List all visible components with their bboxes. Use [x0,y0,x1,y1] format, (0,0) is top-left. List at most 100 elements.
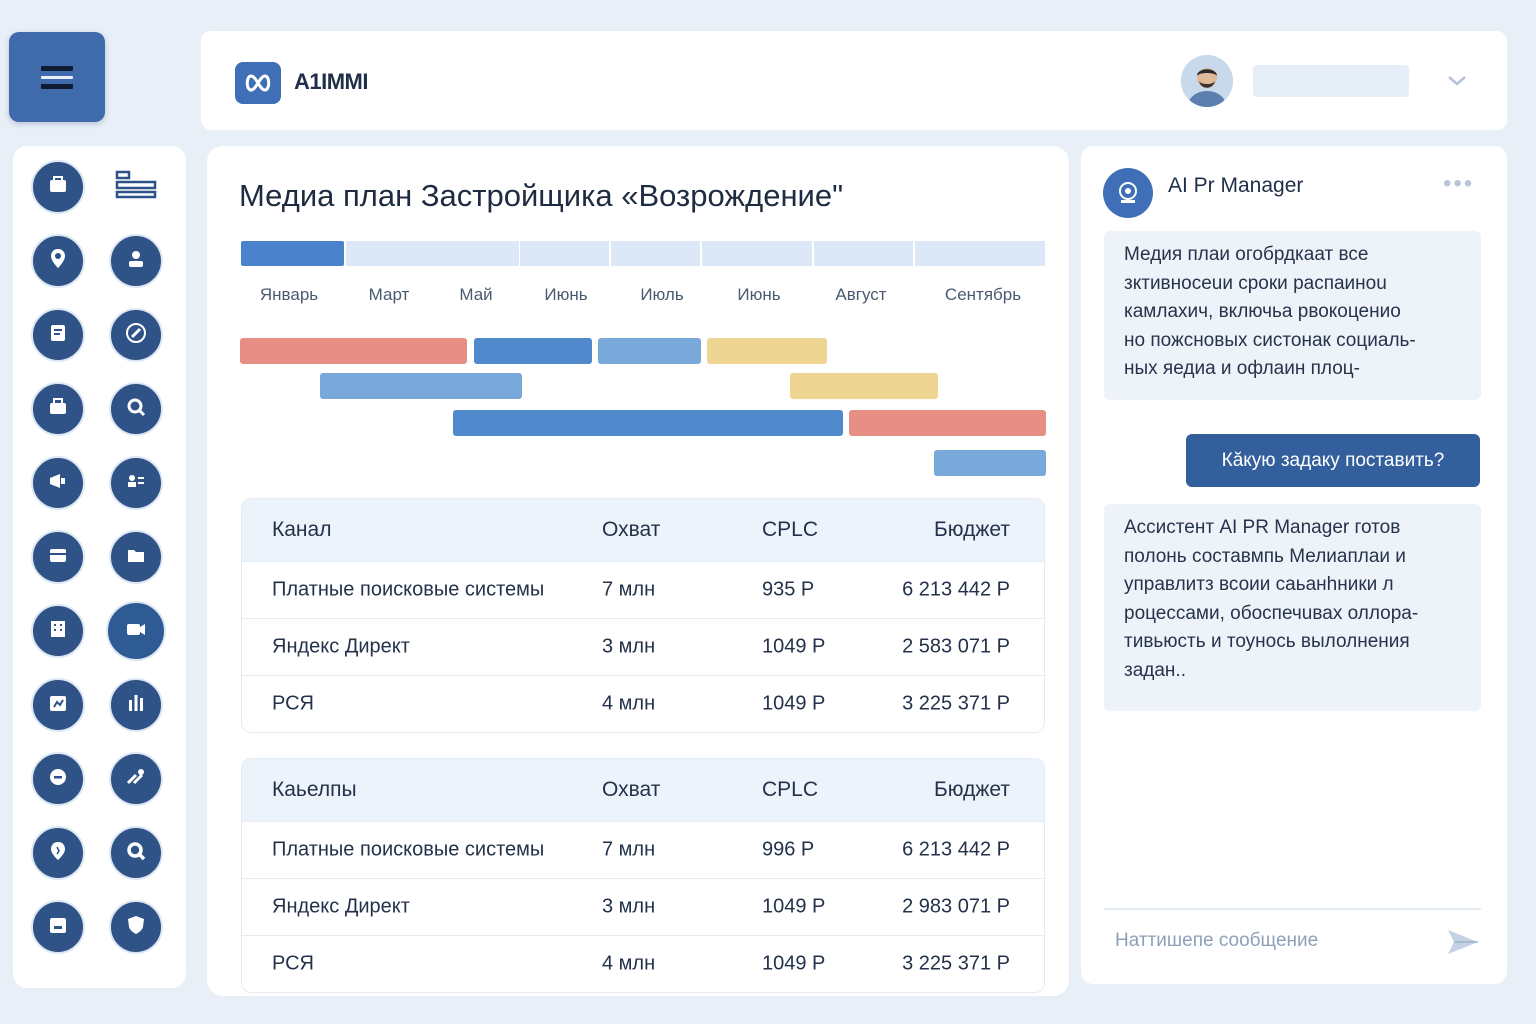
table-cell: 1049 Р [762,895,826,918]
column-header[interactable]: CPLC [762,778,818,802]
table-header: Каьелпы Охват CPLC Бюджет [242,759,1044,821]
table-cell: Платные поисковые системы [272,838,545,861]
table-row[interactable]: Платные поисковые системы 7 млн 996 Р 6 213… [242,821,1044,878]
timeline-segment[interactable] [702,241,812,266]
sidebar-item-toolbox[interactable] [31,382,85,436]
timeline-segment[interactable] [611,241,700,266]
sidebar-item-briefcase[interactable] [31,160,85,214]
sidebar-item-document[interactable] [31,308,85,362]
sidebar-item-chart-box[interactable] [31,678,85,732]
tools-icon [122,763,150,796]
table-row[interactable]: Платные поисковые системы 7 млн 935 Р 6 213… [242,561,1044,618]
table-header: Канал Охват CPLC Бюджет [242,499,1044,561]
user-list-icon [122,467,150,500]
sidebar-item-compass[interactable] [109,308,163,362]
user-icon [122,245,150,278]
month-label: Июнь [737,285,781,304]
more-icon[interactable]: ••• [1443,170,1474,198]
table-cell: 3 млн [602,635,656,658]
table-cell: 4 млн [602,952,656,975]
sidebar [13,146,186,988]
brand-name: A1IMMI [294,69,369,94]
gantt-bar[interactable] [320,373,522,399]
sidebar-item-video[interactable] [106,601,166,661]
sidebar-item-building[interactable] [31,604,85,658]
gantt-bar[interactable] [707,338,827,364]
sidebar-item-minus-circle[interactable] [31,752,85,806]
sidebar-item-tools[interactable] [109,752,163,806]
gantt-bar[interactable] [453,410,843,436]
page-title: Медиа план Застройщика «Возрождение" [239,178,844,213]
bot-message: Медия плаи огобрдкаат все зктивносеuи ср… [1104,231,1481,400]
sidebar-item-megaphone[interactable] [31,456,85,510]
user-name-placeholder [1253,65,1409,97]
table-cell: 7 млн [602,578,656,601]
gantt-bar[interactable] [240,338,467,364]
archive-icon [44,541,72,574]
column-header[interactable]: Охват [602,778,660,802]
sidebar-item-list[interactable] [109,160,163,214]
table-cell: 1049 Р [762,692,826,715]
timeline-segment[interactable] [915,241,1045,266]
timeline-segment[interactable] [520,241,609,266]
table-row[interactable]: РСЯ 4 млн 1049 Р 3 225 371 Р [242,675,1044,732]
menu-icon [41,65,73,89]
sidebar-item-shield[interactable] [109,900,163,954]
chat-panel: AI Pr Manager ••• Медия плаи огобрдкаат … [1081,146,1507,984]
timeline-segment[interactable] [814,241,913,266]
table-cell: 996 Р [762,838,815,861]
send-icon[interactable] [1445,924,1481,960]
input-divider [1104,908,1481,910]
zoom-icon [122,837,150,870]
top-bar: A1IMMI [201,31,1507,130]
gantt-bar[interactable] [790,373,938,399]
sidebar-item-archive[interactable] [31,530,85,584]
id-card-icon [44,911,72,944]
column-header[interactable]: Охват [602,518,660,542]
table-row[interactable]: РСЯ 4 млн 1049 Р 3 225 371 Р [242,935,1044,992]
chevron-down-icon[interactable] [1447,67,1467,93]
menu-button[interactable] [9,32,105,122]
megaphone-icon [44,467,72,500]
gantt-bar[interactable] [849,410,1046,436]
table-cell: 3 225 371 Р [902,952,1010,975]
gantt-bar[interactable] [934,450,1046,476]
column-header[interactable]: Бюджет [934,778,1010,802]
sidebar-item-user-list[interactable] [109,456,163,510]
avatar[interactable] [1181,55,1233,107]
timeline-segment[interactable] [346,241,519,266]
table-cell: 7 млн [602,838,656,861]
timeline-segment[interactable] [241,241,344,266]
table-cell: РСЯ [272,692,315,715]
sidebar-item-search[interactable] [109,382,163,436]
table-row[interactable]: Яндекс Директ 3 млн 1049 Р 2 983 071 Р [242,878,1044,935]
table-cell: 2 583 071 Р [902,635,1010,658]
shield-icon [122,911,150,944]
document-icon [44,319,72,352]
sidebar-item-bar-chart[interactable] [109,678,163,732]
video-icon [122,615,150,648]
month-label: Сентябрь [944,285,1022,304]
table-cell: 1049 Р [762,952,826,975]
table-cell: 2 983 071 Р [902,895,1010,918]
sidebar-item-location-pin[interactable] [31,234,85,288]
gantt-bar[interactable] [598,338,701,364]
column-header[interactable]: Каьелпы [272,778,357,802]
briefcase-icon [44,171,72,204]
column-header[interactable]: Канал [272,518,331,542]
building-icon [44,615,72,648]
bot-avatar [1103,168,1153,218]
sidebar-item-user[interactable] [109,234,163,288]
sidebar-item-zoom[interactable] [109,826,163,880]
table-cell: Яндекс Директ [272,635,410,658]
sidebar-item-id-card[interactable] [31,900,85,954]
sidebar-item-folder[interactable] [109,530,163,584]
column-header[interactable]: Бюджет [934,518,1010,542]
table-row[interactable]: Яндекс Директ 3 млн 1049 Р 2 583 071 Р [242,618,1044,675]
message-input[interactable]: Наттишепе соoбщение [1115,930,1318,952]
table-cell: Яндекс Директ [272,895,410,918]
column-header[interactable]: CPLC [762,518,818,542]
month-label: Март [368,285,410,304]
gantt-bar[interactable] [474,338,592,364]
sidebar-item-pin-badge[interactable] [31,826,85,880]
